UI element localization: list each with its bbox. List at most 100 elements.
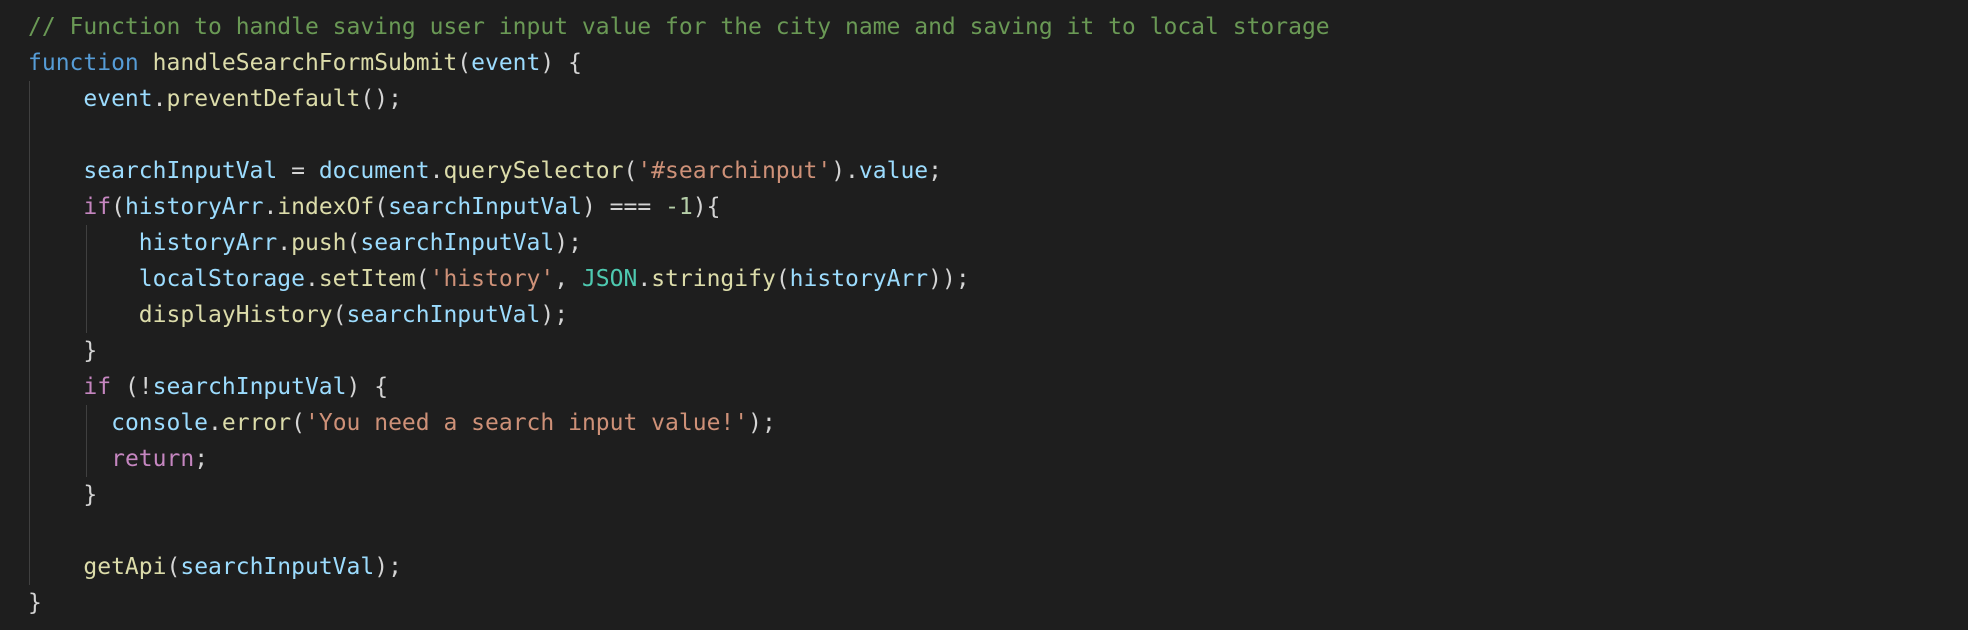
code-editor[interactable]: // Function to handle saving user input … (0, 0, 1968, 630)
code-token-punct: ( (166, 554, 181, 580)
code-token-punct (28, 266, 139, 292)
code-line: // Function to handle saving user input … (28, 9, 1330, 45)
code-token-punct: )); (928, 266, 970, 292)
code-token-string: '#searchinput' (637, 158, 832, 184)
code-token-variable: event (471, 50, 541, 76)
code-token-punct: ( (332, 302, 347, 328)
code-token-variable: searchInputVal (346, 302, 541, 328)
code-token-punct (28, 482, 83, 508)
code-token-punct (28, 554, 83, 580)
code-token-variable: searchInputVal (388, 194, 582, 220)
code-token-punct (28, 302, 139, 328)
code-token-punct: ); (748, 410, 776, 436)
code-token-variable: event (83, 86, 153, 112)
code-token-string: 'You need a search input value!' (305, 410, 749, 436)
code-token-control: return (111, 446, 195, 472)
code-token-punct: ( (291, 410, 305, 436)
code-line: if (!searchInputVal) { (28, 369, 1330, 405)
code-token-function: stringify (651, 266, 776, 292)
code-token-punct: ( (775, 266, 790, 292)
code-token-punct: . (304, 266, 319, 292)
code-token-variable: searchInputVal (152, 374, 347, 400)
code-token-function: setItem (318, 266, 416, 292)
code-token-function: displayHistory (138, 302, 333, 328)
code-token-punct (28, 446, 111, 472)
code-line: } (28, 585, 1330, 621)
code-token-punct: . (637, 266, 652, 292)
code-line: event.preventDefault(); (28, 81, 1330, 117)
code-token-variable: historyArr (789, 266, 929, 292)
code-token-punct: ; (194, 446, 209, 472)
code-token-variable: value (858, 158, 929, 184)
code-token-punct: . (277, 230, 292, 256)
code-token-punct: ; (928, 158, 943, 184)
code-token-function: handleSearchFormSubmit (152, 50, 458, 76)
code-content[interactable]: // Function to handle saving user input … (28, 9, 1330, 621)
code-token-control: if (83, 374, 112, 400)
code-token-punct: = (277, 158, 319, 184)
code-token-variable: console (111, 410, 209, 436)
code-token-punct: , (554, 266, 582, 292)
code-token-punct (139, 50, 153, 76)
code-token-punct: ( (415, 266, 430, 292)
code-token-punct: . (208, 410, 222, 436)
code-line: console.error('You need a search input v… (28, 405, 1330, 441)
code-token-punct: ){ (692, 194, 721, 220)
code-token-punct (28, 374, 83, 400)
code-token-punct: ) === (581, 194, 666, 220)
code-line: } (28, 477, 1330, 513)
code-token-variable: historyArr (124, 194, 264, 220)
code-token-control: if (83, 194, 112, 220)
code-token-punct: ( (374, 194, 389, 220)
code-token-punct: } (83, 482, 98, 508)
code-token-punct (28, 158, 83, 184)
code-token-punct: ) { (346, 374, 389, 400)
code-token-punct (28, 194, 83, 220)
code-token-punct: (! (111, 374, 153, 400)
code-token-punct (28, 230, 139, 256)
code-token-punct: (); (360, 86, 402, 112)
code-token-string: 'history' (429, 266, 555, 292)
code-token-variable: searchInputVal (180, 554, 375, 580)
code-token-punct: ); (540, 302, 569, 328)
code-token-punct: } (28, 590, 42, 616)
code-token-punct (28, 338, 83, 364)
code-token-punct: ( (623, 158, 638, 184)
code-line: historyArr.push(searchInputVal); (28, 225, 1330, 261)
code-token-variable: historyArr (138, 230, 278, 256)
code-token-punct: . (429, 158, 444, 184)
code-token-punct (28, 86, 83, 112)
code-token-punct: ). (831, 158, 859, 184)
code-token-function: indexOf (277, 194, 375, 220)
code-token-punct: ); (554, 230, 582, 256)
code-token-function: getApi (83, 554, 167, 580)
code-token-keyword: function (28, 50, 139, 76)
code-token-comment: // Function to handle saving user input … (28, 14, 1330, 40)
code-token-punct: . (152, 86, 167, 112)
code-token-class: JSON (581, 266, 638, 292)
code-token-punct (28, 410, 111, 436)
code-token-function: preventDefault (166, 86, 361, 112)
code-line: function handleSearchFormSubmit(event) { (28, 45, 1330, 81)
code-token-variable: document (318, 158, 430, 184)
code-token-punct: . (263, 194, 278, 220)
code-line: searchInputVal = document.querySelector(… (28, 153, 1330, 189)
code-token-punct: } (83, 338, 98, 364)
code-token-function: push (291, 230, 347, 256)
code-line: } (28, 333, 1330, 369)
code-token-punct: ( (346, 230, 361, 256)
code-token-variable: searchInputVal (360, 230, 555, 256)
code-line: getApi(searchInputVal); (28, 549, 1330, 585)
code-line: return; (28, 441, 1330, 477)
code-line: displayHistory(searchInputVal); (28, 297, 1330, 333)
code-token-punct: ); (374, 554, 402, 580)
code-token-number: -1 (665, 194, 693, 220)
code-line: if(historyArr.indexOf(searchInputVal) ==… (28, 189, 1330, 225)
code-token-punct: ( (457, 50, 472, 76)
code-token-variable: localStorage (138, 266, 305, 292)
code-token-punct: ( (111, 194, 125, 220)
code-token-function: error (221, 410, 292, 436)
code-token-punct: ) { (540, 50, 582, 76)
